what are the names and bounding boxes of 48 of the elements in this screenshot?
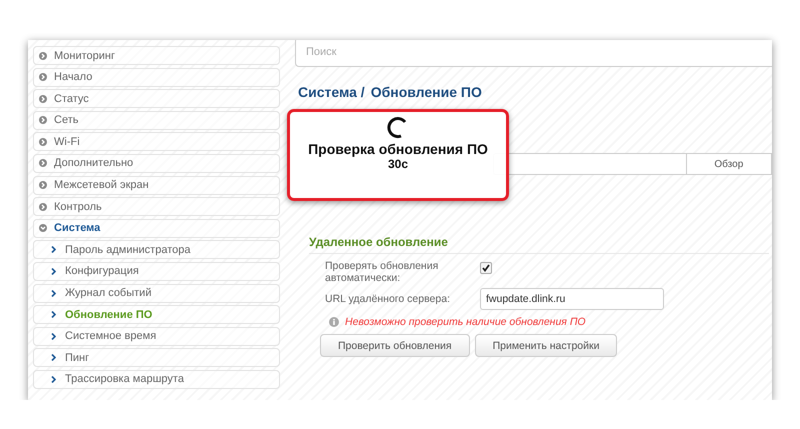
- server-url-label: URL удалённого сервера:: [325, 293, 451, 305]
- action-button[interactable]: Проверить обновления: [320, 334, 470, 357]
- countdown-text: 30с: [388, 157, 408, 171]
- sidebar-item[interactable]: Статус: [33, 89, 280, 108]
- spinner-icon: [387, 117, 409, 139]
- chevron-icon: [51, 268, 56, 275]
- arrow-circle-icon: [39, 202, 47, 211]
- progress-message: Проверка обновления ПО: [308, 141, 488, 157]
- action-button[interactable]: Применить настройки: [474, 334, 618, 357]
- sidebar-subitem[interactable]: Журнал событий: [33, 284, 280, 303]
- arrow-circle-icon: [39, 159, 47, 168]
- arrow-circle-icon: [39, 73, 47, 82]
- chevron-icon: [51, 332, 56, 340]
- breadcrumb-section: Система /: [298, 84, 365, 100]
- sidebar-item[interactable]: Контроль: [33, 197, 280, 216]
- browse-button[interactable]: Обзор: [686, 153, 772, 175]
- arrow-circle-icon: [39, 94, 47, 103]
- sidebar-item[interactable]: Сеть: [33, 110, 280, 130]
- sidebar-item[interactable]: Межсетевой экран: [33, 176, 280, 195]
- chevron-icon: [51, 290, 56, 297]
- error-message: Невозможно проверить наличие обновления ПО: [345, 316, 586, 328]
- sidebar-subitem[interactable]: Пароль администратора: [33, 240, 280, 260]
- arrow-circle-icon: [39, 138, 47, 146]
- page-title: Обновление ПО: [370, 84, 482, 100]
- auto-check-label: Проверять обновления автоматически:: [325, 260, 440, 284]
- sidebar-item[interactable]: Начало: [33, 68, 280, 87]
- sidebar-subitem[interactable]: Обновление ПО: [33, 305, 280, 324]
- sidebar-item[interactable]: Мониторинг: [33, 46, 280, 65]
- chevron-icon: [51, 246, 56, 254]
- sidebar-item[interactable]: Wi-Fi: [33, 132, 280, 152]
- arrow-circle-icon: [39, 181, 47, 190]
- expand-circle-icon: [39, 224, 47, 232]
- sidebar-item[interactable]: Система: [33, 218, 280, 238]
- section-title: Удаленное обновление: [309, 235, 769, 254]
- arrow-circle-icon: [39, 52, 47, 60]
- info-icon: [329, 317, 339, 327]
- chevron-icon: [51, 311, 56, 318]
- sidebar-item[interactable]: Дополнительно: [33, 154, 280, 173]
- chevron-icon: [51, 354, 56, 362]
- sidebar-subitem[interactable]: Трассировка маршрута: [33, 370, 280, 389]
- auto-check-checkbox[interactable]: [480, 262, 492, 274]
- server-url-field[interactable]: fwupdate.dlink.ru: [480, 288, 664, 310]
- chevron-icon: [51, 376, 56, 383]
- sidebar-subitem[interactable]: Конфигурация: [33, 262, 280, 281]
- sidebar-subitem[interactable]: Системное время: [33, 326, 280, 346]
- search-field[interactable]: Поиск: [295, 40, 772, 67]
- sidebar-subitem[interactable]: Пинг: [33, 348, 280, 368]
- arrow-circle-icon: [39, 116, 47, 124]
